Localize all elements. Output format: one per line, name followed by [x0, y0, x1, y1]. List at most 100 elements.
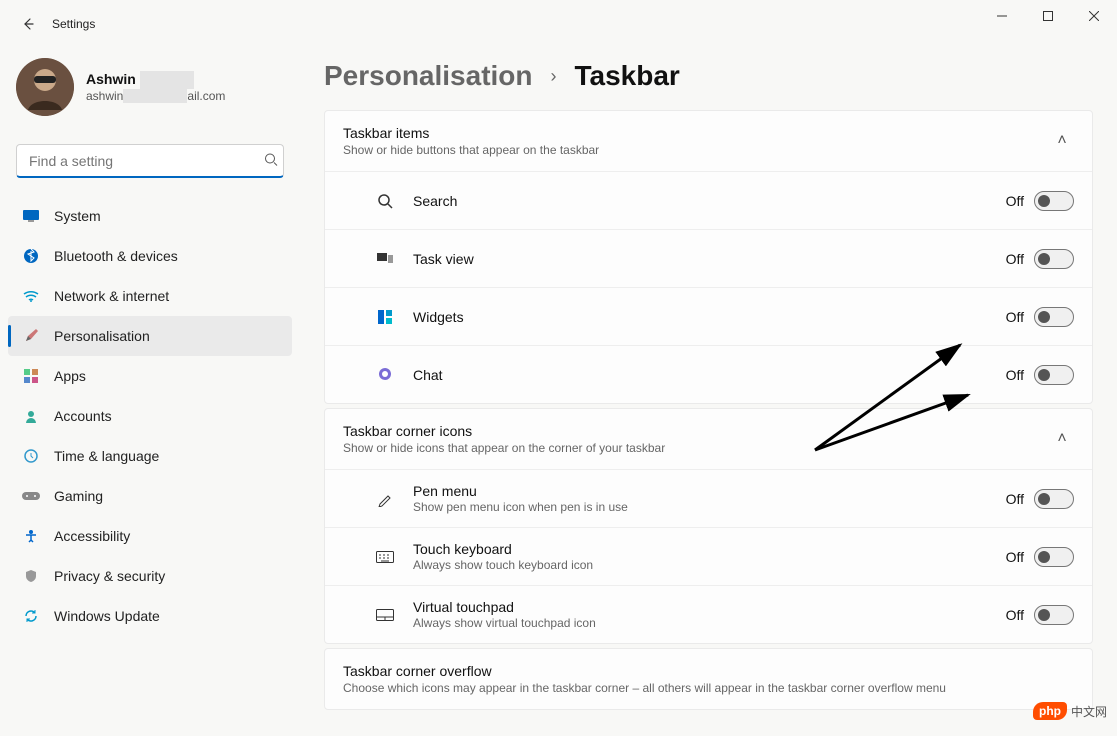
- watermark-text: 中文网: [1071, 703, 1107, 720]
- nav-list: System Bluetooth & devices Network & int…: [8, 196, 292, 636]
- toggle-chat[interactable]: [1034, 365, 1074, 385]
- toggle-state: Off: [1006, 367, 1024, 383]
- chat-icon: [371, 367, 399, 383]
- panel-overflow: Taskbar corner overflow Choose which ico…: [324, 648, 1093, 710]
- toggle-state: Off: [1006, 309, 1024, 325]
- panel-header-overflow[interactable]: Taskbar corner overflow Choose which ico…: [325, 649, 1092, 709]
- search-input[interactable]: [16, 144, 284, 178]
- keyboard-icon: [371, 551, 399, 563]
- close-button[interactable]: [1071, 0, 1117, 32]
- watermark-badge: php: [1033, 702, 1067, 720]
- sidebar-item-accessibility[interactable]: Accessibility: [8, 516, 292, 556]
- maximize-button[interactable]: [1025, 0, 1071, 32]
- window-title: Settings: [52, 17, 95, 31]
- panel-title: Taskbar items: [343, 125, 1050, 141]
- panel-header-corner[interactable]: Taskbar corner icons Show or hide icons …: [325, 409, 1092, 469]
- watermark: php 中文网: [1033, 702, 1107, 720]
- person-icon: [22, 407, 40, 425]
- row-label: Search: [413, 193, 1006, 209]
- breadcrumb-parent[interactable]: Personalisation: [324, 60, 533, 92]
- sidebar-item-label: Personalisation: [54, 328, 150, 344]
- sidebar-item-time[interactable]: Time & language: [8, 436, 292, 476]
- search-icon: [371, 193, 399, 209]
- paintbrush-icon: [22, 327, 40, 345]
- accessibility-icon: [22, 527, 40, 545]
- display-icon: [22, 207, 40, 225]
- sidebar-item-label: Windows Update: [54, 608, 160, 624]
- user-email: ashwinXXXXXXXXail.com: [86, 89, 225, 103]
- panel-title: Taskbar corner overflow: [343, 663, 1074, 679]
- avatar: [16, 58, 74, 116]
- minimize-icon: [997, 11, 1007, 21]
- toggle-state: Off: [1006, 251, 1024, 267]
- chevron-up-icon: ˄: [1050, 132, 1074, 150]
- minimize-button[interactable]: [979, 0, 1025, 32]
- row-label: Pen menu: [413, 483, 1006, 499]
- row-widgets: Widgets Off: [325, 287, 1092, 345]
- sidebar-item-system[interactable]: System: [8, 196, 292, 236]
- sidebar-item-label: Network & internet: [54, 288, 169, 304]
- row-label: Chat: [413, 367, 1006, 383]
- toggle-state: Off: [1006, 193, 1024, 209]
- search-button[interactable]: [264, 153, 278, 170]
- toggle-virtual-touchpad[interactable]: [1034, 605, 1074, 625]
- bluetooth-icon: [22, 247, 40, 265]
- toggle-state: Off: [1006, 491, 1024, 507]
- row-sublabel: Always show virtual touchpad icon: [413, 616, 1006, 630]
- sidebar-item-label: Gaming: [54, 488, 103, 504]
- row-search: Search Off: [325, 171, 1092, 229]
- sidebar-item-label: Accessibility: [54, 528, 130, 544]
- arrow-left-icon: [20, 16, 36, 32]
- chevron-up-icon: ˄: [1050, 430, 1074, 448]
- toggle-pen[interactable]: [1034, 489, 1074, 509]
- back-button[interactable]: [8, 4, 48, 44]
- sidebar-item-label: Accounts: [54, 408, 112, 424]
- row-label: Widgets: [413, 309, 1006, 325]
- update-icon: [22, 607, 40, 625]
- row-chat: Chat Off: [325, 345, 1092, 403]
- panel-subtitle: Show or hide buttons that appear on the …: [343, 143, 1050, 157]
- shield-icon: [22, 567, 40, 585]
- sidebar: Ashwin XXXXX ashwinXXXXXXXXail.com Syste…: [0, 48, 300, 736]
- panel-subtitle: Show or hide icons that appear on the co…: [343, 441, 1050, 455]
- row-virtual-touchpad: Virtual touchpadAlways show virtual touc…: [325, 585, 1092, 643]
- row-pen: Pen menuShow pen menu icon when pen is i…: [325, 469, 1092, 527]
- sidebar-item-label: System: [54, 208, 101, 224]
- sidebar-item-personalisation[interactable]: Personalisation: [8, 316, 292, 356]
- sidebar-item-label: Privacy & security: [54, 568, 165, 584]
- maximize-icon: [1043, 11, 1053, 21]
- sidebar-item-label: Time & language: [54, 448, 159, 464]
- toggle-widgets[interactable]: [1034, 307, 1074, 327]
- sidebar-item-update[interactable]: Windows Update: [8, 596, 292, 636]
- sidebar-item-network[interactable]: Network & internet: [8, 276, 292, 316]
- sidebar-item-label: Bluetooth & devices: [54, 248, 178, 264]
- sidebar-item-bluetooth[interactable]: Bluetooth & devices: [8, 236, 292, 276]
- sidebar-item-apps[interactable]: Apps: [8, 356, 292, 396]
- row-sublabel: Always show touch keyboard icon: [413, 558, 1006, 572]
- panel-header-items[interactable]: Taskbar items Show or hide buttons that …: [325, 111, 1092, 171]
- pen-icon: [371, 491, 399, 507]
- chevron-right-icon: ›: [551, 66, 557, 87]
- close-icon: [1089, 11, 1099, 21]
- row-taskview: Task view Off: [325, 229, 1092, 287]
- sidebar-item-accounts[interactable]: Accounts: [8, 396, 292, 436]
- clock-icon: [22, 447, 40, 465]
- panel-subtitle: Choose which icons may appear in the tas…: [343, 681, 1074, 695]
- breadcrumb: Personalisation › Taskbar: [324, 60, 1093, 92]
- user-block[interactable]: Ashwin XXXXX ashwinXXXXXXXXail.com: [8, 58, 292, 132]
- sidebar-item-label: Apps: [54, 368, 86, 384]
- toggle-taskview[interactable]: [1034, 249, 1074, 269]
- panel-taskbar-items: Taskbar items Show or hide buttons that …: [324, 110, 1093, 404]
- sidebar-item-gaming[interactable]: Gaming: [8, 476, 292, 516]
- toggle-search[interactable]: [1034, 191, 1074, 211]
- panel-corner-icons: Taskbar corner icons Show or hide icons …: [324, 408, 1093, 644]
- widgets-icon: [371, 310, 399, 324]
- search-icon: [264, 153, 278, 167]
- row-touch-keyboard: Touch keyboardAlways show touch keyboard…: [325, 527, 1092, 585]
- row-label: Virtual touchpad: [413, 599, 1006, 615]
- toggle-touch-keyboard[interactable]: [1034, 547, 1074, 567]
- taskview-icon: [371, 253, 399, 265]
- main-content: Personalisation › Taskbar Taskbar items …: [300, 48, 1117, 736]
- page-title: Taskbar: [575, 60, 680, 92]
- sidebar-item-privacy[interactable]: Privacy & security: [8, 556, 292, 596]
